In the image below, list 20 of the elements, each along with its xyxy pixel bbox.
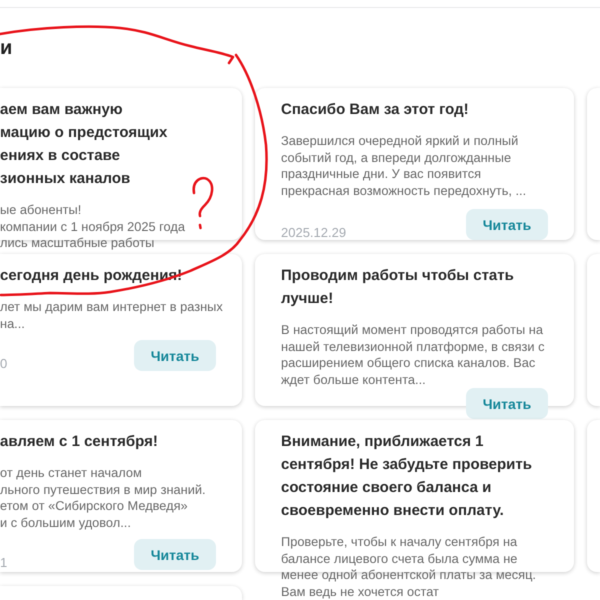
read-button[interactable]: Читать bbox=[134, 340, 216, 371]
news-title: авляем с 1 сентября! bbox=[0, 432, 158, 452]
news-title: Проводим работы чтобы стать лучше! bbox=[281, 266, 515, 309]
news-excerpt: лет мы дарим вам интернет в разных на... bbox=[0, 299, 223, 332]
news-date: 0 bbox=[0, 356, 8, 371]
section-title: и bbox=[0, 36, 14, 60]
news-excerpt: В настоящий момент проводятся работы на нашей телевизионной платформе, в связи с расширением общего списка каналов. Вас ждет больше контента... bbox=[281, 322, 546, 388]
news-excerpt: от день станет началом льного путешествия в мир знаний. етом от «Сибирского Медведя» и с большим удовол... bbox=[0, 465, 206, 531]
news-title: аем вам важную мацию о предстоящих ениях в составе зионных каналов bbox=[0, 100, 168, 189]
news-title: Спасибо Вам за этот год! bbox=[281, 100, 470, 120]
news-date: 1 bbox=[0, 555, 8, 570]
news-excerpt: Завершился очередной яркий и полный событий год, а впереди долгожданные праздничные дни. У вас появится прекрасная возможность передохнуть, ... bbox=[281, 133, 528, 199]
question-mark-annotation bbox=[192, 176, 214, 230]
news-excerpt: ые абоненты! компании с 1 ноября 2025 года лись масштабные работы bbox=[0, 202, 185, 252]
news-date: 2025.12.29 bbox=[281, 225, 346, 240]
read-button[interactable]: Читать bbox=[134, 539, 216, 570]
news-title: Внимание, приближается 1 сентября! Не забудьте проверить состояние своего баланса и своевременно внести оплату. bbox=[281, 432, 533, 521]
read-button[interactable]: Читать bbox=[466, 209, 548, 240]
news-excerpt: Проверьте, чтобы к началу сентября на балансе лицевого счета была сумма не менее одной абонентской платы за месяц. Вам ведь не хочется остат bbox=[281, 534, 537, 600]
read-button[interactable]: Читать bbox=[466, 388, 548, 419]
